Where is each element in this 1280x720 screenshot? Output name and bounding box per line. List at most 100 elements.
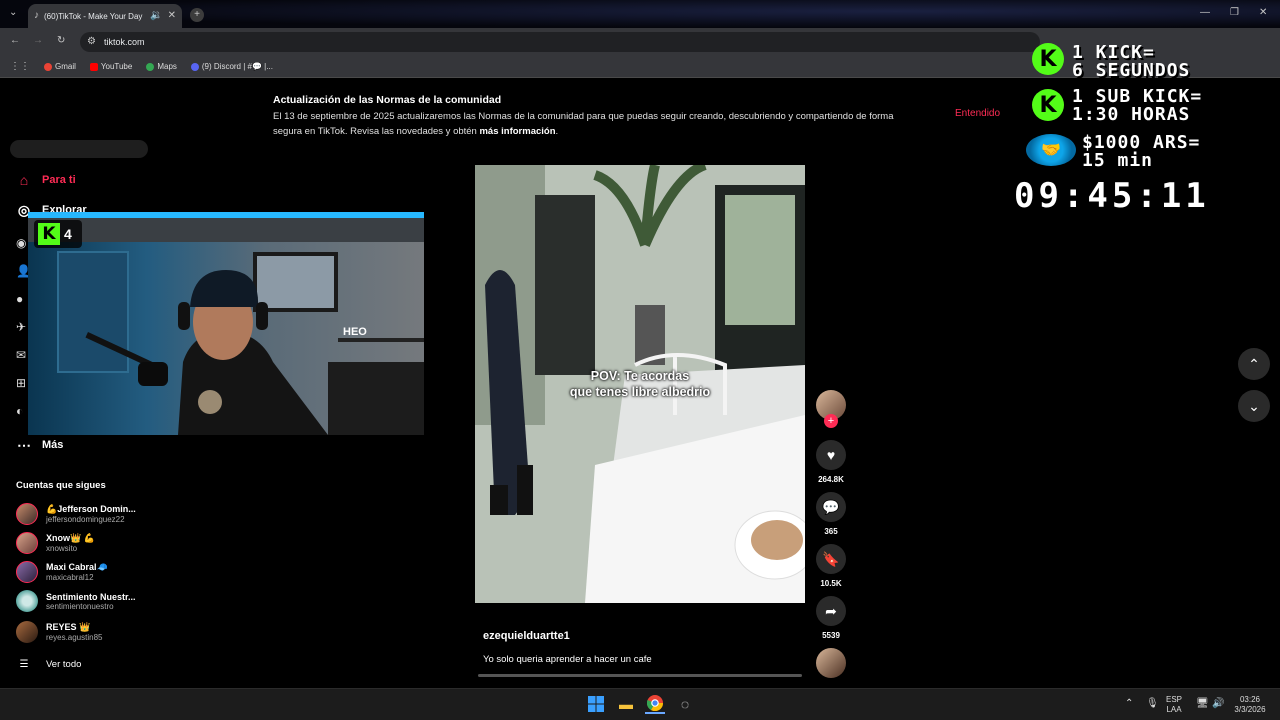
reload-icon[interactable]: ↻ (57, 36, 65, 46)
language-indicator[interactable]: ESP LAA (1166, 695, 1182, 715)
followed-account[interactable]: 💪Jefferson Domin... jeffersondominguez22 (16, 503, 136, 525)
browser-tab[interactable]: ♪ (60)TikTok - Make Your Day 🔉 ✕ (28, 4, 182, 28)
clock-date: 3/3/2026 (1234, 705, 1266, 714)
live-icon[interactable]: ◉ (16, 236, 26, 250)
bookmark-label: (9) Discord | #💬 |... (201, 62, 273, 71)
microphone-icon[interactable]: 🎙 (1146, 699, 1159, 709)
profile-icon[interactable]: ● (16, 292, 26, 306)
more-icon: ⋯ (17, 436, 31, 453)
account-name: Sentimiento Nuestr... (46, 591, 136, 602)
overlay-line: 15 min (1082, 150, 1154, 171)
sound-avatar[interactable] (816, 648, 846, 678)
donation-rate-text: $1000 ARS= 15 min (1082, 134, 1200, 170)
comment-count: 365 (824, 527, 838, 536)
start-icon[interactable] (586, 694, 606, 714)
caption-line: que tenes libre albedrio (569, 385, 711, 399)
tab-search-icon[interactable]: ⌄ (9, 8, 17, 18)
save-button[interactable]: 🔖 10.5K (816, 544, 846, 588)
overlay-line: 1:30 HORAS (1072, 104, 1191, 125)
clock[interactable]: 03:26 3/3/2026 (1232, 695, 1268, 715)
window-close-icon[interactable]: ✕ (1259, 8, 1267, 18)
creator-avatar[interactable]: + (816, 390, 846, 428)
address-bar[interactable]: tiktok.com (80, 32, 1040, 52)
see-all-button[interactable]: ☰ Ver todo (16, 656, 82, 672)
account-handle: sentimientonuestro (46, 601, 114, 611)
video-author[interactable]: ezequielduartte1 (483, 630, 570, 642)
tab-close-icon[interactable]: ✕ (168, 11, 176, 21)
like-button[interactable]: ♥ 264.8K (816, 440, 846, 484)
tray-overflow-icon[interactable]: ⌃ (1125, 699, 1133, 709)
bookmark-gmail[interactable]: Gmail (44, 62, 76, 71)
minimize-icon[interactable]: — (1200, 8, 1210, 18)
back-icon[interactable]: ← (10, 36, 20, 46)
gmail-icon (44, 62, 52, 71)
account-handle: jeffersondominguez22 (46, 515, 125, 524)
new-tab-icon[interactable]: + (190, 8, 204, 22)
upload-icon[interactable]: ⊞ (16, 376, 26, 390)
account-name: 💪Jefferson Domin... (46, 504, 136, 514)
caption-line: POV: Te acordas (590, 369, 690, 383)
network-icon[interactable]: 🖥 (1196, 699, 1209, 709)
share-icon: ➦ (816, 596, 846, 626)
nav-for-you[interactable]: ⌂ Para ti (16, 172, 76, 188)
bookmark-discord[interactable]: (9) Discord | #💬 |... (190, 62, 273, 71)
following-icon[interactable]: 👤 (16, 264, 31, 278)
notice-ok-button[interactable]: Entendido (955, 108, 1000, 119)
clock-time: 03:26 (1239, 695, 1261, 704)
chevron-down-icon: ⌄ (1248, 397, 1260, 414)
overlay-line: 6 SEGUNDOS (1072, 60, 1191, 81)
maximize-icon[interactable]: ❐ (1230, 8, 1239, 18)
messages-icon[interactable]: ✉ (16, 348, 26, 362)
obs-icon[interactable]: ◌ (675, 694, 695, 714)
avatar (16, 561, 38, 583)
share-button[interactable]: ➦ 5539 (816, 596, 846, 640)
video-progress-bar[interactable] (478, 674, 802, 677)
followed-account[interactable]: Maxi Cabral🧢 maxicabral12 (16, 561, 108, 583)
chrome-icon[interactable] (645, 694, 665, 714)
previous-video-button[interactable]: ⌃ (1238, 348, 1270, 380)
see-all-label: Ver todo (46, 658, 82, 670)
activity-icon[interactable]: ✈ (16, 320, 26, 334)
url-text: tiktok.com (104, 37, 145, 47)
avatar[interactable]: ◐ (16, 404, 26, 418)
nav-label: Más (42, 439, 64, 451)
chevron-up-icon: ⌃ (1248, 355, 1260, 372)
comment-button[interactable]: 💬 365 (816, 492, 846, 536)
volume-icon[interactable]: 🔊 (1212, 699, 1224, 709)
followed-account[interactable]: REYES 👑 reyes.agustin85 (16, 621, 102, 643)
nav-label: Para ti (42, 174, 76, 186)
bookmark-maps[interactable]: Maps (146, 62, 177, 71)
video-caption: POV: Te acordas que tenes libre albedrio (475, 368, 805, 400)
discord-icon (190, 62, 199, 71)
forward-icon[interactable]: → (33, 36, 43, 46)
next-video-button[interactable]: ⌄ (1238, 390, 1270, 422)
file-explorer-icon[interactable]: ▬ (616, 694, 636, 714)
windows-logo (588, 696, 604, 712)
site-info-icon[interactable]: ⚙ (87, 37, 96, 47)
follow-plus-icon[interactable]: + (824, 414, 838, 428)
music-disc-icon (816, 648, 846, 678)
avatar (16, 503, 38, 525)
followed-account[interactable]: Xnow👑 💪 xnowsito (16, 532, 95, 554)
heart-icon: ♥ (816, 440, 846, 470)
account-name: Xnow👑 💪 (46, 533, 95, 543)
tab-title: (60)TikTok - Make Your Day (44, 11, 143, 21)
apps-icon[interactable]: ⋮⋮ (10, 61, 30, 72)
nav-more[interactable]: ⋯ Más (16, 437, 63, 453)
like-count: 264.8K (818, 475, 844, 484)
share-count: 5539 (822, 631, 840, 640)
more-info-link[interactable]: más información (479, 126, 555, 137)
followed-account[interactable]: Sentimiento Nuestr... sentimientonuestro (16, 590, 136, 612)
search-input[interactable] (10, 140, 148, 158)
sub-rate-row: K (1032, 89, 1064, 121)
comment-icon: 💬 (816, 492, 846, 522)
kick-badge: K 4 (34, 220, 82, 248)
avatar (16, 590, 38, 612)
audio-icon[interactable]: 🔉 (150, 11, 162, 21)
bookmark-youtube[interactable]: YouTube (89, 62, 132, 71)
notice-body: El 13 de septiembre de 2025 actualizarem… (273, 111, 894, 137)
taskbar (0, 688, 1280, 720)
home-icon: ⌂ (19, 172, 29, 188)
subathon-timer: 09:45:11 (1014, 176, 1210, 216)
account-handle: reyes.agustin85 (46, 633, 103, 642)
